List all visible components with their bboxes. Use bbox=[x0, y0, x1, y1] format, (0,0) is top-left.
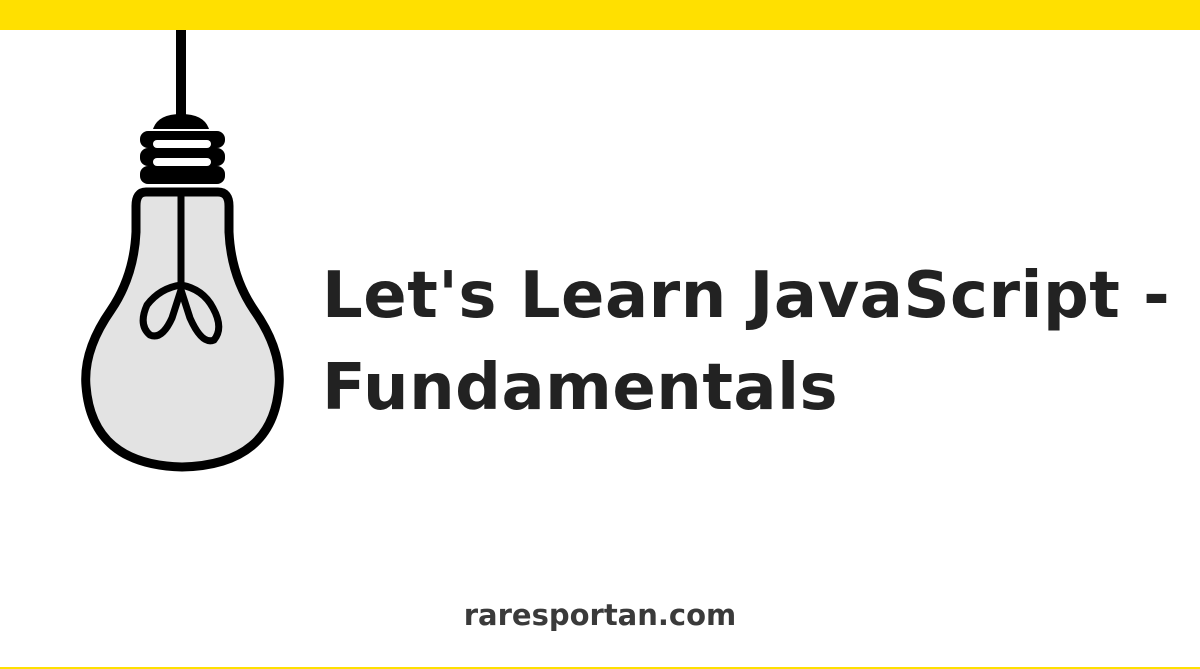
title-line-1: Let's Learn JavaScript - bbox=[322, 259, 1171, 333]
site-url: raresportan.com bbox=[463, 598, 737, 632]
title-line-2: Fundamentals bbox=[322, 351, 839, 425]
page-title: Let's Learn JavaScript - Fundamentals bbox=[322, 250, 1170, 434]
